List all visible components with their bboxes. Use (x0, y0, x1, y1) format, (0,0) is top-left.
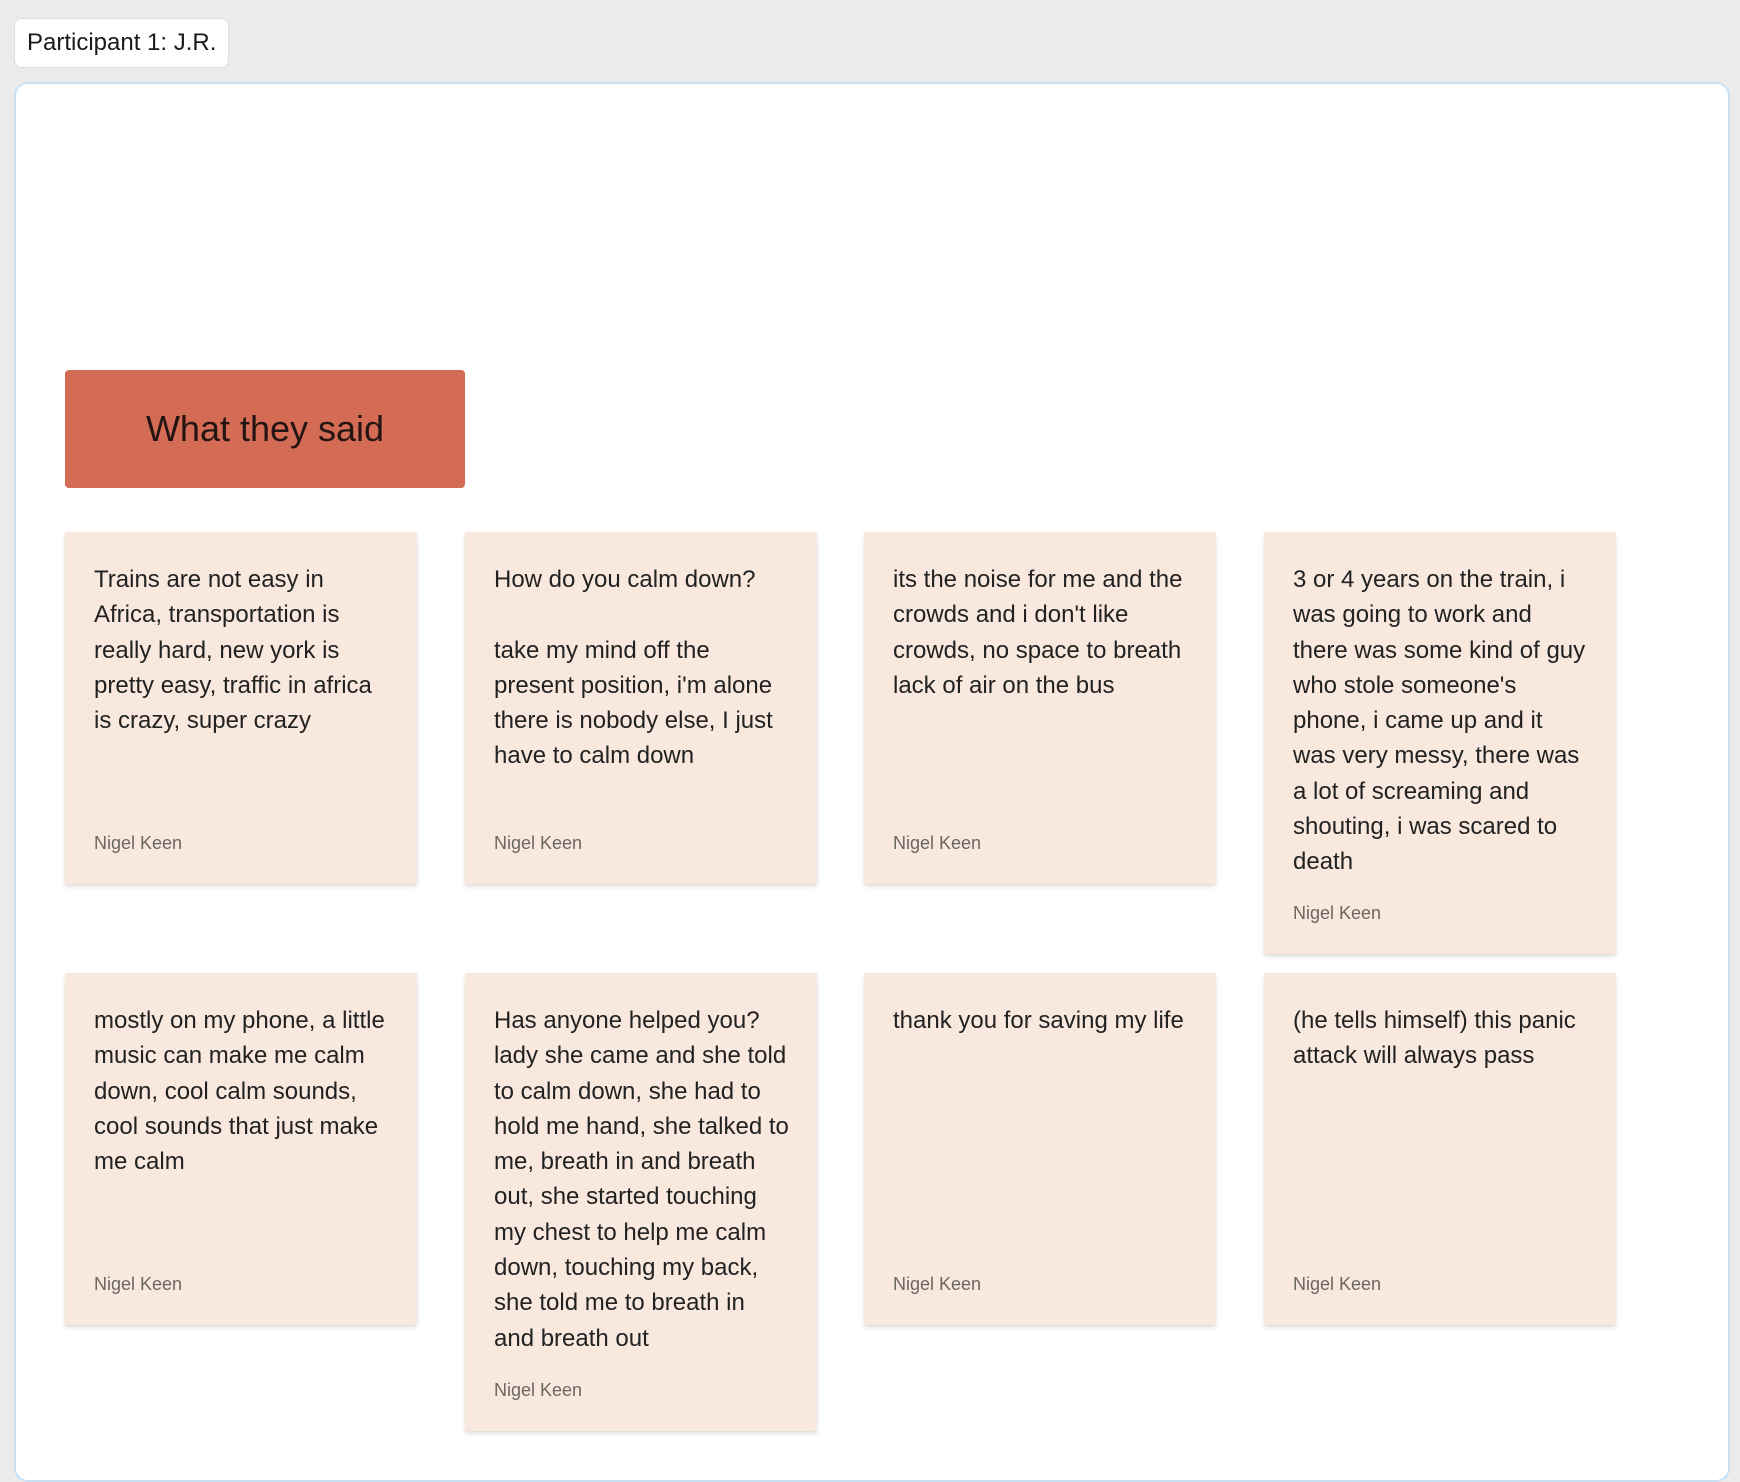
sticky-note[interactable]: its the noise for me and the crowds and … (864, 532, 1216, 884)
sticky-note[interactable]: Trains are not easy in Africa, transport… (65, 532, 417, 884)
sticky-note-author: Nigel Keen (893, 833, 982, 853)
sticky-note[interactable]: (he tells himself) this panic attack wil… (1264, 973, 1616, 1325)
frame-label[interactable]: Participant 1: J.R. (14, 18, 230, 68)
sticky-note-text: Has anyone helped you? lady she came and… (494, 1007, 796, 1352)
sticky-note-text: mostly on my phone, a little music can m… (94, 1007, 392, 1176)
sticky-note-text: Trains are not easy in Africa, transport… (94, 566, 379, 735)
sticky-note[interactable]: mostly on my phone, a little music can m… (65, 973, 417, 1325)
sticky-note-author: Nigel Keen (94, 833, 183, 853)
sticky-note-author: Nigel Keen (94, 1274, 183, 1294)
sticky-note[interactable]: How do you calm down? take my mind off t… (465, 532, 817, 884)
sticky-note[interactable]: Has anyone helped you? lady she came and… (465, 973, 817, 1431)
sticky-note[interactable]: thank you for saving my life Nigel Keen (864, 973, 1216, 1325)
sticky-note-text: How do you calm down? take my mind off t… (494, 566, 773, 770)
sticky-note-author: Nigel Keen (893, 1274, 982, 1294)
sticky-note-author: Nigel Keen (494, 833, 583, 853)
sticky-note-author: Nigel Keen (1293, 1274, 1382, 1294)
sticky-note-text: (he tells himself) this panic attack wil… (1293, 1007, 1583, 1070)
sticky-note[interactable]: 3 or 4 years on the train, i was going t… (1264, 532, 1616, 954)
sticky-note-author: Nigel Keen (1293, 903, 1382, 923)
sticky-note-text: thank you for saving my life (893, 1007, 1184, 1034)
section-header-text: What they said (145, 408, 385, 449)
sticky-note-text: its the noise for me and the crowds and … (893, 566, 1190, 699)
sticky-note-text: 3 or 4 years on the train, i was going t… (1293, 566, 1592, 876)
board-frame[interactable]: What they said Trains are not easy in Af… (14, 82, 1730, 1482)
sticky-note-author: Nigel Keen (494, 1380, 583, 1400)
section-header-sticky[interactable]: What they said (65, 370, 465, 488)
